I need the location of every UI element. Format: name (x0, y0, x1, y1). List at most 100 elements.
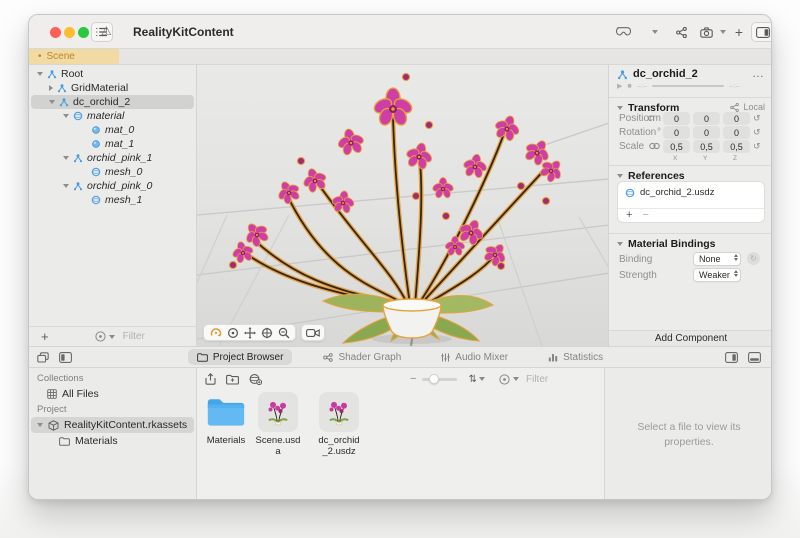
reset-rotation-button[interactable]: ↺ (753, 127, 761, 138)
panel-right-toggle-icon[interactable] (725, 352, 738, 363)
disclosure-icon[interactable] (617, 106, 623, 110)
tab-scene[interactable]: • Scene (29, 49, 119, 64)
zoom-window-button[interactable] (78, 27, 89, 38)
binding-sync-button[interactable]: ↻ (747, 252, 760, 265)
more-options-button[interactable]: … (752, 66, 765, 80)
scale-z-field[interactable]: 0,5 (723, 140, 750, 153)
rotation-x-field[interactable]: 0 (663, 126, 690, 139)
entity-icon (59, 97, 69, 107)
scale-y-field[interactable]: 0,5 (693, 140, 720, 153)
filter-options-icon[interactable] (499, 374, 519, 385)
binding-popup[interactable]: None (693, 252, 741, 266)
hierarchy-item-mesh-0[interactable]: mesh_0 (29, 165, 196, 179)
file-item-dc-orchid-usdz[interactable]: dc_orchid_2.usdz (316, 392, 362, 458)
look-icon[interactable] (258, 325, 275, 340)
rotation-y-field[interactable]: 0 (693, 126, 720, 139)
hierarchy-filter-input[interactable] (123, 331, 193, 342)
add-reference-button[interactable]: + (626, 209, 632, 221)
sidebar-item-materials[interactable]: Materials (29, 433, 196, 449)
headset-preview-icon[interactable] (611, 22, 633, 42)
zoom-icon[interactable] (275, 325, 292, 340)
scale-x-field[interactable]: 0,5 (663, 140, 690, 153)
minimize-button[interactable] (64, 27, 75, 38)
timeline-scrubber[interactable] (652, 85, 724, 87)
transform-space-selector[interactable]: Local (730, 102, 765, 112)
scene-hierarchy-panel: Root GridMaterial dc_orchid_2 material (29, 65, 197, 346)
dolly-icon[interactable] (224, 325, 241, 340)
tab-statistics[interactable]: Statistics (539, 349, 612, 365)
tab-shader-graph[interactable]: Shader Graph (314, 349, 410, 365)
thumbnail-smaller-icon[interactable]: − (410, 373, 416, 385)
sort-order-button[interactable]: ⇅ (469, 374, 485, 385)
hierarchy-item-material[interactable]: material (29, 109, 196, 123)
camera-chevron-icon[interactable] (717, 22, 729, 42)
scale-label: Scale (619, 141, 644, 152)
disclosure-icon[interactable] (37, 423, 43, 427)
disclosure-icon[interactable] (63, 184, 69, 188)
file-item-scene-usda[interactable]: Scene.usda (255, 392, 301, 458)
panel-bottom-toggle-icon[interactable] (748, 352, 761, 363)
camera-switch-icon[interactable] (301, 324, 325, 341)
browser-filter-input[interactable] (526, 374, 604, 385)
hierarchy-item-dc-orchid-2[interactable]: dc_orchid_2 (29, 95, 196, 109)
orbit-icon[interactable] (207, 325, 224, 340)
reset-position-button[interactable]: ↺ (753, 113, 761, 124)
reference-name: dc_orchid_2.usdz (640, 187, 714, 198)
thumbnail-size-slider[interactable] (422, 378, 456, 381)
disclosure-icon[interactable] (63, 114, 69, 118)
tab-label: Project Browser (213, 352, 284, 363)
tab-audio-mixer[interactable]: Audio Mixer (432, 349, 517, 365)
sphere-icon (91, 195, 101, 205)
file-item-materials[interactable]: Materials (203, 392, 249, 447)
position-x-field[interactable]: 0 (663, 112, 690, 125)
reset-scale-button[interactable]: ↺ (753, 141, 761, 152)
sidebar-item-all-files[interactable]: All Files (29, 386, 196, 402)
camera-capture-icon[interactable] (697, 22, 715, 42)
3d-viewport[interactable] (197, 65, 609, 346)
add-component-button[interactable]: Add Component (609, 330, 772, 346)
package-icon (48, 420, 59, 431)
toggle-inspector-icon[interactable] (751, 22, 772, 42)
remove-reference-button[interactable]: − (642, 209, 648, 221)
hierarchy-item-label: material (87, 110, 124, 122)
position-y-field[interactable]: 0 (693, 112, 720, 125)
scale-link-icon[interactable] (649, 142, 660, 150)
hierarchy-item-mat-0[interactable]: mat_0 (29, 123, 196, 137)
hierarchy-item-orchid-pink-1[interactable]: orchid_pink_1 (29, 151, 196, 165)
material-bindings-heading: Material Bindings (628, 238, 716, 250)
position-z-field[interactable]: 0 (723, 112, 750, 125)
stop-icon[interactable]: ■ (627, 83, 631, 90)
close-button[interactable] (50, 27, 61, 38)
disclosure-icon[interactable] (617, 242, 623, 246)
new-scene-icon[interactable] (249, 373, 262, 385)
warning-icon[interactable]: ⚠ (101, 24, 112, 38)
tab-label: Statistics (563, 352, 603, 363)
strength-popup[interactable]: Weaker (693, 268, 741, 282)
rotation-z-field[interactable]: 0 (723, 126, 750, 139)
hierarchy-item-root[interactable]: Root (29, 67, 196, 81)
binding-value: None (699, 254, 721, 264)
hierarchy-item-orchid-pink-0[interactable]: orchid_pink_0 (29, 179, 196, 193)
add-entity-icon[interactable]: + (731, 22, 747, 42)
disclosure-icon[interactable] (49, 85, 53, 91)
headset-chevron-icon[interactable] (649, 22, 661, 42)
disclosure-icon[interactable] (63, 156, 69, 160)
move-icon[interactable] (241, 325, 258, 340)
disclosure-icon[interactable] (617, 174, 623, 178)
reference-item[interactable]: dc_orchid_2.usdz (618, 182, 764, 203)
sidebar-item-rkassets[interactable]: RealityKitContent.rkassets (29, 417, 196, 433)
play-icon[interactable]: ▶ (617, 82, 622, 90)
hierarchy-item-mesh-1[interactable]: mesh_1 (29, 193, 196, 207)
export-icon[interactable] (205, 373, 216, 385)
new-folder-icon[interactable] (226, 374, 239, 385)
share-node-icon[interactable] (672, 22, 690, 42)
position-unit: cm (647, 113, 661, 124)
disclosure-icon[interactable] (37, 72, 43, 76)
disclosure-icon[interactable] (49, 100, 55, 104)
hierarchy-item-mat-1[interactable]: mat_1 (29, 137, 196, 151)
titlebar[interactable]: ⚠ RealityKitContent + (29, 15, 771, 49)
add-item-button[interactable]: + (41, 329, 49, 344)
hierarchy-item-gridmaterial[interactable]: GridMaterial (29, 81, 196, 95)
filter-options-icon[interactable] (95, 331, 115, 342)
tab-project-browser[interactable]: Project Browser (188, 349, 293, 365)
